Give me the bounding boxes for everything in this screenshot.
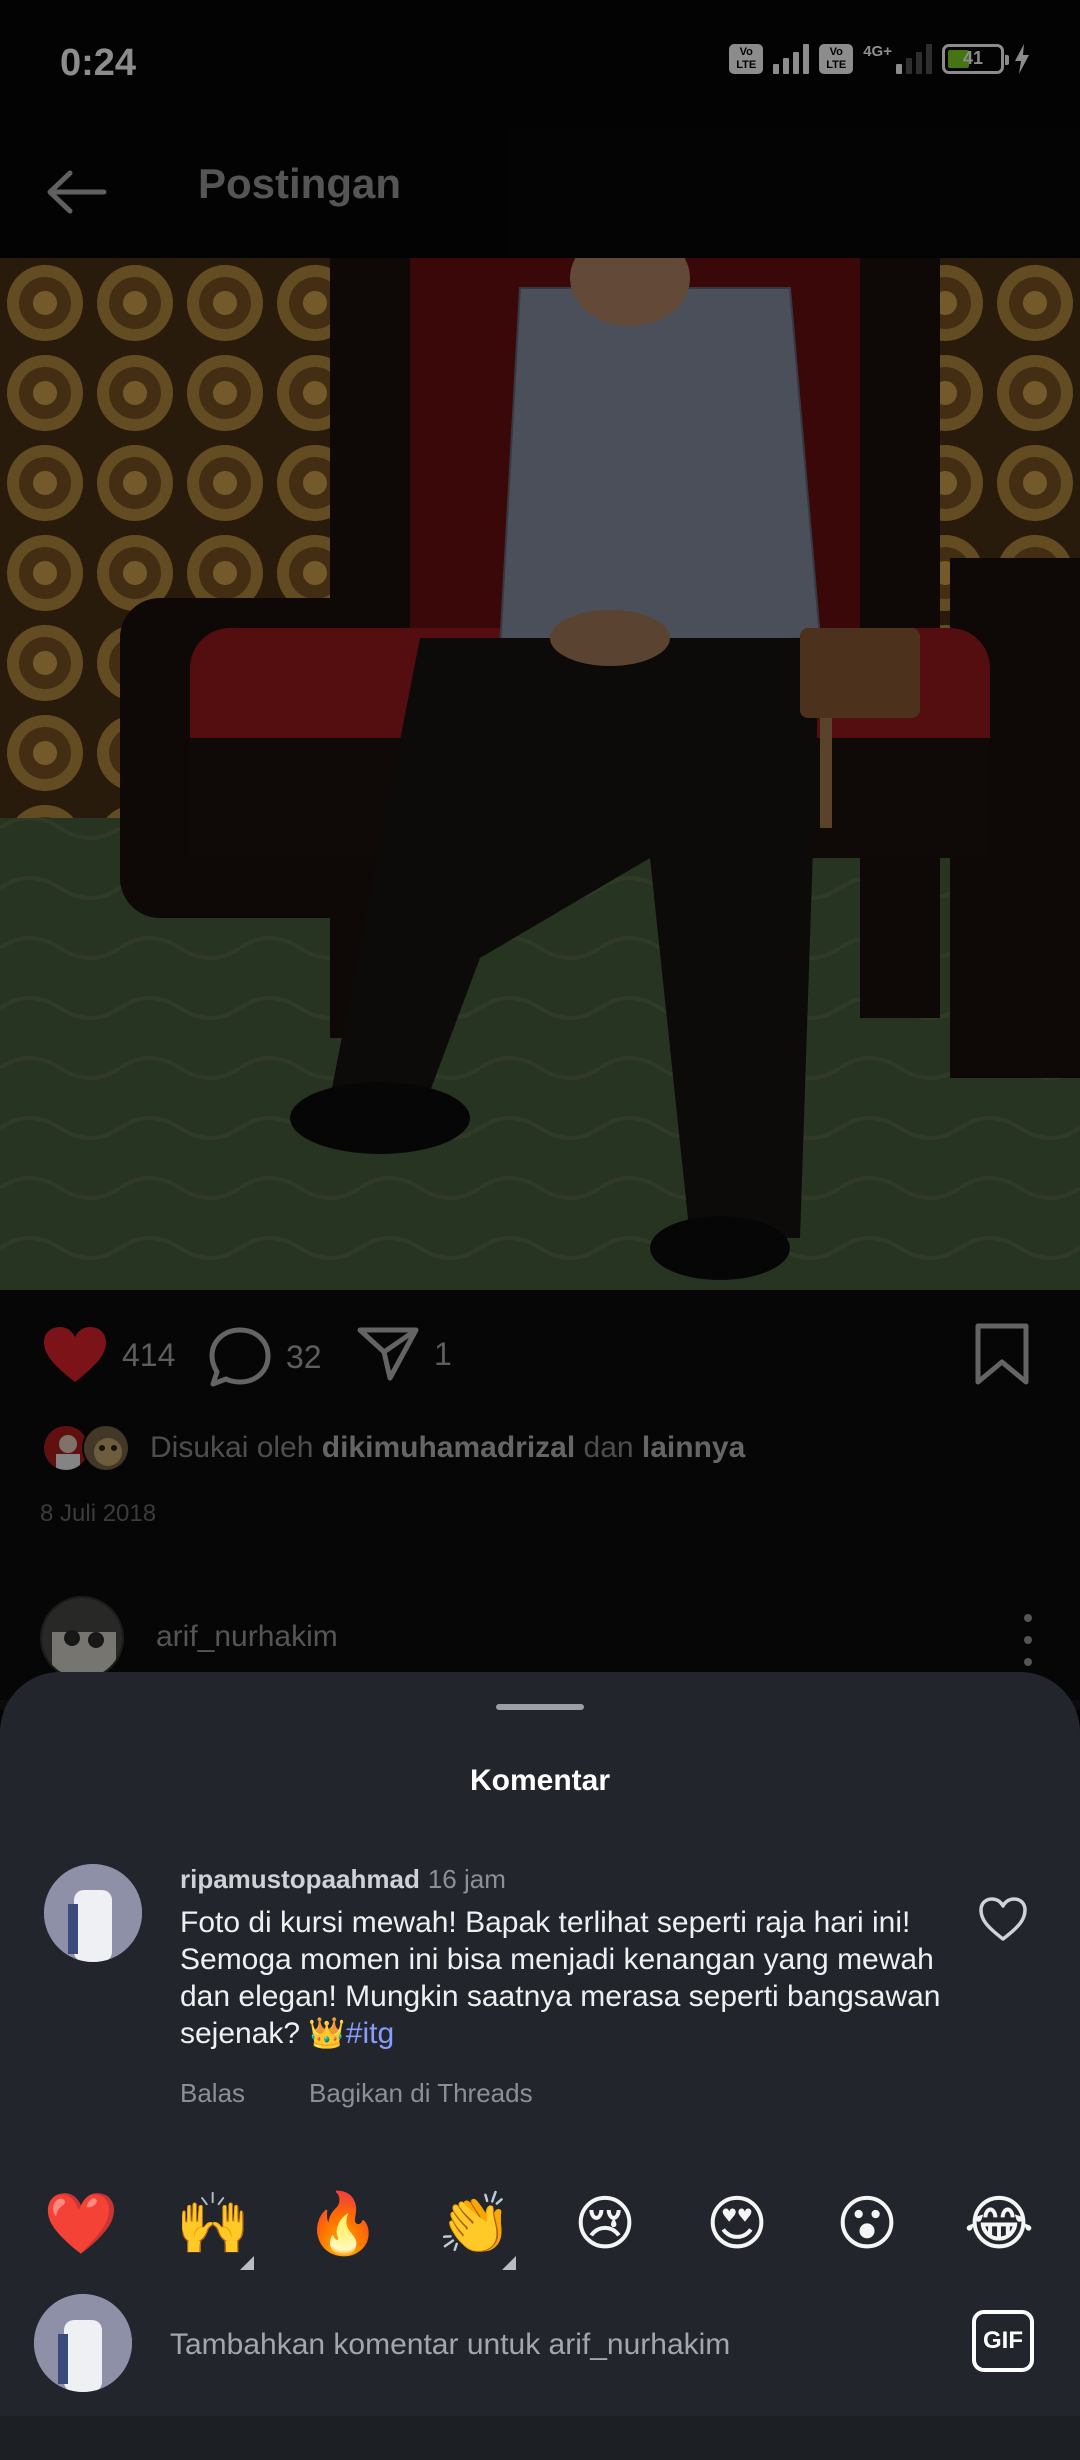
charging-icon (1015, 44, 1029, 74)
emoji-fire[interactable]: 🔥 (298, 2184, 388, 2264)
comment-composer: Tambahkan komentar untuk arif_nurhakim G… (0, 2280, 1080, 2420)
comment-time: 16 jam (427, 1864, 506, 1894)
liked-by-avatars (42, 1422, 134, 1474)
send-paper-plane-icon (357, 1327, 419, 1381)
signal-icon (773, 44, 810, 74)
share-threads-button[interactable]: Bagikan di Threads (309, 2078, 533, 2108)
liked-by-row[interactable]: Disukai oleh dikimuhamadrizal dan lainny… (42, 1422, 745, 1474)
skin-tone-indicator (240, 2256, 254, 2270)
comment-like-heart-icon[interactable] (978, 1896, 1028, 1942)
comments-sheet: Komentar ripamustopaahmad 16 jam Foto di … (0, 1672, 1080, 2460)
post-date: 8 Juli 2018 (40, 1500, 157, 1527)
emoji-surprised-face[interactable]: 😮 (822, 2184, 912, 2264)
post-photo[interactable] (0, 258, 1080, 1290)
emoji-clapping-hands[interactable]: 👏 (430, 2184, 520, 2270)
share-button[interactable]: 1 (356, 1326, 452, 1382)
app-screen: 0:24 Vo LTE Vo LTE 4G+ 41 Postingan 414 … (0, 0, 1080, 2460)
battery-icon: 41 (942, 44, 1009, 74)
comment-actions: Balas Bagikan di Threads (180, 2078, 597, 2109)
comment-username[interactable]: ripamustopaahmad (180, 1864, 420, 1894)
app-bar: Postingan (0, 120, 1080, 258)
signal-icon (896, 44, 932, 74)
skin-tone-indicator (502, 2256, 516, 2270)
current-user-avatar (34, 2294, 132, 2392)
comment-button[interactable]: 32 (208, 1326, 322, 1388)
comment-input[interactable]: Tambahkan komentar untuk arif_nurhakim (170, 2328, 730, 2362)
page-title: Postingan (198, 160, 402, 207)
like-count: 414 (122, 1336, 176, 1373)
comment-body: Foto di kursi mewah! Bapak terlihat sepe… (180, 1906, 941, 2050)
system-nav-bar (0, 2416, 1080, 2460)
volte-icon: Vo LTE (819, 44, 854, 74)
emoji-heart[interactable]: ❤️ (36, 2184, 126, 2264)
status-bar: 0:24 Vo LTE Vo LTE 4G+ 41 (0, 0, 1080, 120)
post-actions: 414 32 1 Disukai oleh dikimuhamadrizal d… (0, 1290, 1080, 1710)
comment-text: Foto di kursi mewah! Bapak terlihat sepe… (180, 1904, 960, 2052)
comment-hashtag[interactable]: #itg (346, 2017, 394, 2050)
emoji-laughing-tears[interactable]: 😂 (954, 2184, 1044, 2264)
arrow-left-icon (47, 170, 107, 214)
liked-by-user-link[interactable]: dikimuhamadrizal (322, 1431, 575, 1464)
comment-header: ripamustopaahmad 16 jam (180, 1864, 506, 1895)
emoji-crying-face[interactable]: 😢 (560, 2184, 650, 2264)
emoji-heart-eyes[interactable]: 😍 (692, 2184, 782, 2264)
more-options-icon[interactable] (1020, 1614, 1036, 1666)
liked-by-others-link[interactable]: lainnya (642, 1431, 745, 1464)
drag-handle[interactable] (496, 1704, 584, 1710)
like-button[interactable]: 414 (42, 1326, 175, 1384)
share-count: 1 (434, 1335, 452, 1372)
back-button[interactable] (40, 156, 112, 228)
author-avatar[interactable] (40, 1596, 124, 1680)
quick-emoji-row: ❤️ 🙌 🔥 👏 😢 😍 😮 😂 (0, 2184, 1080, 2274)
author-username[interactable]: arif_nurhakim (156, 1620, 338, 1654)
bookmark-icon[interactable] (974, 1322, 1030, 1386)
heart-filled-icon (44, 1327, 106, 1382)
emoji-raising-hands[interactable]: 🙌 (168, 2184, 258, 2270)
status-icons: Vo LTE Vo LTE 4G+ 41 (729, 42, 1030, 74)
network-type: 4G+ (863, 42, 892, 60)
commenter-avatar[interactable] (44, 1864, 142, 1962)
gif-button[interactable]: GIF (972, 2310, 1034, 2372)
status-time: 0:24 (60, 42, 137, 84)
avatar (82, 1424, 130, 1472)
sheet-title: Komentar (469, 1764, 611, 1797)
volte-icon: Vo LTE (729, 44, 764, 74)
comment-bubble-icon (209, 1327, 271, 1387)
battery-percent: 41 (962, 48, 984, 68)
liked-by-text: Disukai oleh dikimuhamadrizal dan lainny… (150, 1431, 746, 1464)
reply-button[interactable]: Balas (180, 2078, 245, 2108)
comment-count: 32 (286, 1338, 322, 1375)
photo-image (0, 258, 1080, 1290)
